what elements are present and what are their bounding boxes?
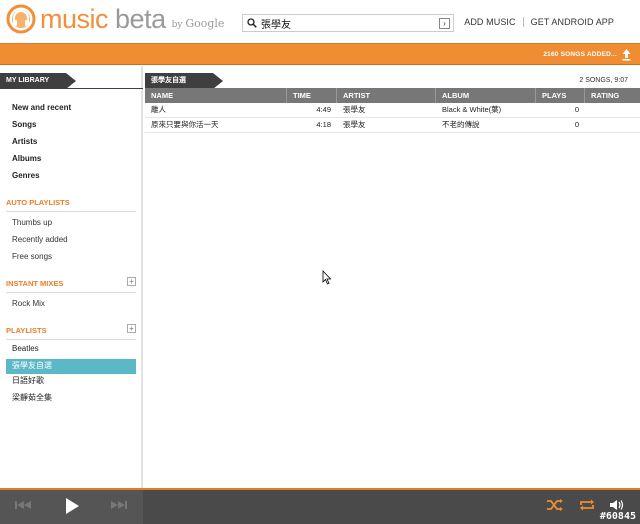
header: music beta by Google › ADD MUSIC GET AND… xyxy=(0,0,640,42)
playlists-heading: PLAYLISTS + xyxy=(6,324,136,340)
song-artist[interactable]: 張學友 xyxy=(337,103,436,117)
table-header: NAME TIME ARTIST ALBUM PLAYS RATING xyxy=(145,88,640,103)
song-time: 4:18 xyxy=(316,120,331,129)
playlist-item[interactable]: 日語好歌 xyxy=(6,374,136,391)
song-time: 4:49 xyxy=(316,105,331,114)
music-beta-logo[interactable]: music beta by Google xyxy=(6,4,224,34)
table-row[interactable]: 原來只要與你活一天 4:18 張學友 不老的傳說 0 xyxy=(145,118,640,133)
add-playlist-button[interactable]: + xyxy=(127,324,136,333)
sidebar-divider xyxy=(0,88,143,89)
song-name: 離人 xyxy=(151,105,166,114)
sidebar: MY LIBRARY New and recent Songs Artists … xyxy=(0,66,143,488)
column-header-plays[interactable]: PLAYS xyxy=(536,88,585,103)
instant-mixes-heading: INSTANT MIXES + xyxy=(6,277,136,293)
volume-icon[interactable] xyxy=(609,498,625,512)
playlist-item[interactable]: Beatles xyxy=(6,342,136,359)
get-android-app-link[interactable]: GET ANDROID APP xyxy=(531,17,614,27)
mouse-cursor-icon xyxy=(322,269,332,285)
table-row[interactable]: 離人 4:49 張學友 Black & White(葉) 0 xyxy=(145,103,640,118)
song-album[interactable]: 不老的傳說 xyxy=(436,118,536,132)
nav-new-and-recent[interactable]: New and recent xyxy=(12,102,71,119)
nav-genres[interactable]: Genres xyxy=(12,170,71,187)
player-bar xyxy=(0,488,640,524)
add-music-link[interactable]: ADD MUSIC xyxy=(464,17,515,27)
auto-playlists-heading: AUTO PLAYLISTS xyxy=(6,198,136,212)
song-list-panel: 張學友自選 2 SONGS, 9:07 NAME TIME ARTIST ALB… xyxy=(145,66,640,488)
song-plays: 0 xyxy=(574,105,579,114)
column-header-name[interactable]: NAME xyxy=(145,88,287,103)
song-rating[interactable] xyxy=(585,118,640,132)
my-library-tab[interactable]: MY LIBRARY xyxy=(0,73,76,89)
search-box[interactable]: › xyxy=(242,14,454,32)
search-go-button[interactable]: › xyxy=(439,17,450,29)
song-plays: 0 xyxy=(574,120,579,129)
song-album[interactable]: Black & White(葉) xyxy=(436,103,536,117)
column-header-artist[interactable]: ARTIST xyxy=(337,88,436,103)
column-header-album[interactable]: ALBUM xyxy=(436,88,536,103)
header-link-divider xyxy=(522,17,524,27)
shuffle-icon[interactable] xyxy=(546,498,564,512)
instant-mix-rock[interactable]: Rock Mix xyxy=(12,298,45,315)
logo-byline: by Google xyxy=(171,17,225,30)
watermark-text: #60845 xyxy=(599,511,636,522)
add-instant-mix-button[interactable]: + xyxy=(127,277,136,286)
playlist-item[interactable]: 梁靜茹全集 xyxy=(6,391,136,408)
instant-mixes-list: Rock Mix xyxy=(12,298,45,315)
logo-wordmark: music beta xyxy=(40,4,166,34)
play-icon[interactable] xyxy=(64,497,80,515)
auto-playlist-recently-added[interactable]: Recently added xyxy=(12,234,68,251)
playlist-item-selected[interactable]: 張學友自選 xyxy=(6,359,136,374)
column-header-rating[interactable]: RATING xyxy=(585,88,640,103)
upload-status-text[interactable]: 2160 SONGS ADDED... xyxy=(543,51,617,58)
playlist-title-tab: 張學友自選 xyxy=(145,73,223,89)
player-controls xyxy=(0,490,143,524)
song-rating[interactable] xyxy=(585,103,640,117)
auto-playlist-thumbs-up[interactable]: Thumbs up xyxy=(12,217,68,234)
song-artist[interactable]: 張學友 xyxy=(337,118,436,132)
repeat-icon[interactable] xyxy=(578,498,596,512)
auto-playlist-free-songs[interactable]: Free songs xyxy=(12,251,68,268)
library-nav: New and recent Songs Artists Albums Genr… xyxy=(12,102,71,187)
previous-icon[interactable] xyxy=(14,498,32,512)
column-header-time[interactable]: TIME xyxy=(287,88,337,103)
status-bar: 2160 SONGS ADDED... xyxy=(0,43,640,65)
nav-albums[interactable]: Albums xyxy=(12,153,71,170)
playlist-summary: 2 SONGS, 9:07 xyxy=(579,77,628,84)
search-input[interactable] xyxy=(261,16,437,30)
nav-artists[interactable]: Artists xyxy=(12,136,71,153)
next-icon[interactable] xyxy=(110,498,128,512)
headphones-logo-icon xyxy=(6,4,36,34)
nav-songs[interactable]: Songs xyxy=(12,119,71,136)
playlists-list: Beatles 張學友自選 日語好歌 梁靜茹全集 xyxy=(6,342,136,408)
auto-playlists-list: Thumbs up Recently added Free songs xyxy=(12,217,68,268)
search-icon xyxy=(243,15,261,31)
header-links: ADD MUSIC GET ANDROID APP xyxy=(464,17,614,27)
upload-icon[interactable] xyxy=(621,48,632,61)
song-name: 原來只要與你活一天 xyxy=(151,120,219,129)
